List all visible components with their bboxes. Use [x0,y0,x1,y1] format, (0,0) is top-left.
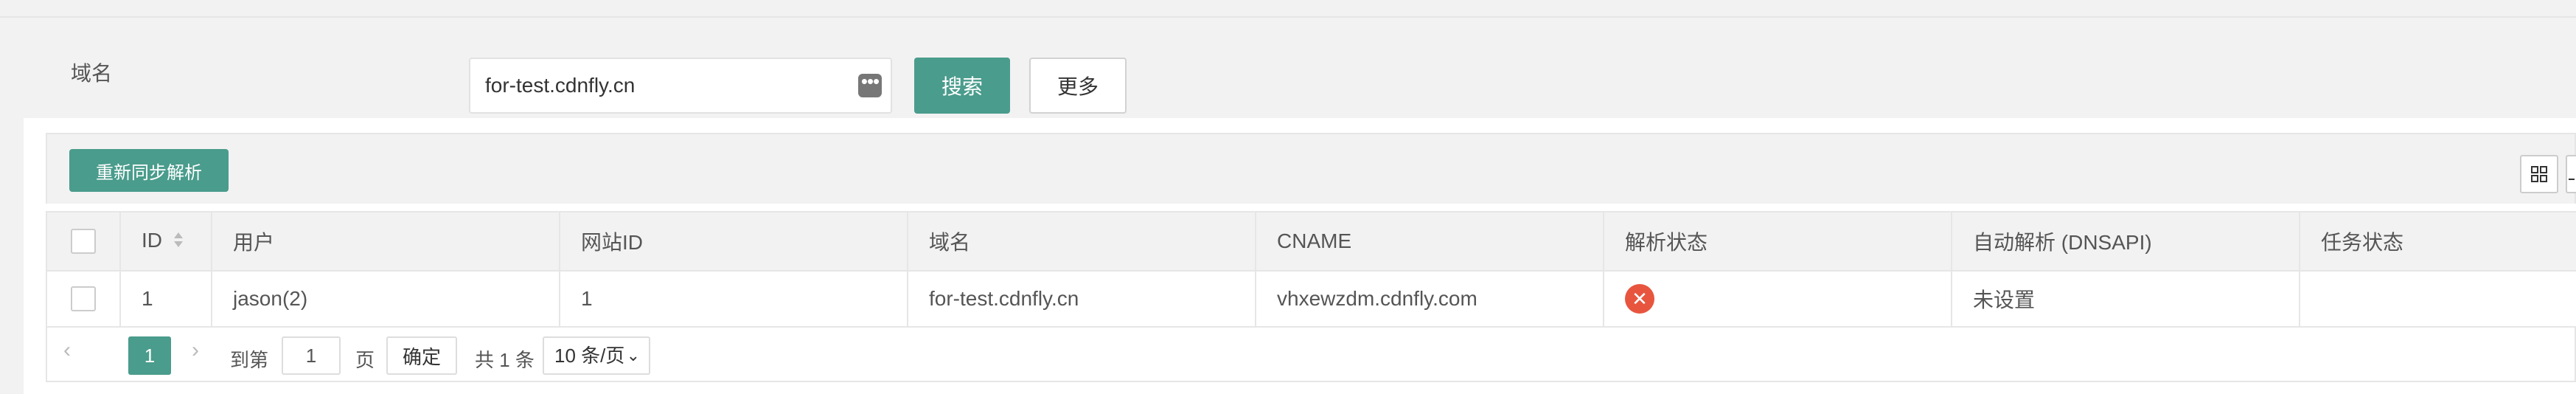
cell-task-status [2299,270,2576,328]
total-count: 共 1 条 [475,349,535,371]
search-form: 域名 ••• 搜索 更多 [0,18,2576,118]
cell-site-id: 1 [559,270,908,328]
select-all-checkbox[interactable] [71,229,96,255]
more-button[interactable]: 更多 [1029,58,1127,114]
cell-id: 1 [119,270,212,328]
error-x-icon: ✕ [1625,284,1654,314]
select-all-cell [46,211,121,272]
current-page[interactable]: 1 [128,336,171,375]
search-button[interactable]: 搜索 [914,58,1010,114]
page-size-select[interactable]: 10 条/页 ⌄ [543,336,650,375]
content-card: 重新同步解析 ID 用户 网站ID 域名 CNAME 解析状态 自动解析 (DN… [24,118,2576,394]
page: 域名 ••• 搜索 更多 重新同步解析 [0,0,2576,394]
goto-label: 到第 [230,349,269,371]
header-domain: 域名 [907,211,1256,272]
table-header-row: ID 用户 网站ID 域名 CNAME 解析状态 自动解析 (DNSAPI) 任… [46,211,2576,272]
resync-button[interactable]: 重新同步解析 [69,149,229,192]
page-label: 页 [355,349,375,371]
table-row[interactable]: 1 jason(2) 1 for-test.cdnfly.cn vhxewzdm… [46,270,2576,328]
header-resolve-status: 解析状态 [1603,211,1952,272]
chevron-down-icon: ⌄ [626,346,640,364]
confirm-page-button[interactable]: 确定 [386,336,457,375]
domain-search-field[interactable]: ••• [469,58,892,114]
header-cname: CNAME [1255,211,1604,272]
header-id[interactable]: ID [119,211,212,272]
header-user: 用户 [211,211,560,272]
more-options-icon[interactable]: ••• [858,72,882,97]
prev-page-icon[interactable]: ‹ [63,338,71,363]
cell-cname: vhxewzdm.cdnfly.com [1255,270,1604,328]
domain-search-input[interactable] [485,59,839,112]
header-task-status: 任务状态 [2299,211,2576,272]
page-size-value: 10 条/页 [554,345,625,367]
records-table: ID 用户 网站ID 域名 CNAME 解析状态 自动解析 (DNSAPI) 任… [46,211,2576,328]
row-select-cell [46,270,121,328]
grid-columns-icon[interactable] [2520,155,2558,193]
domain-label: 域名 [71,62,113,85]
sort-icon[interactable] [173,230,184,254]
export-icon[interactable] [2566,155,2576,193]
cell-auto-resolve: 未设置 [1951,270,2300,328]
goto-page-input[interactable] [282,336,341,375]
row-checkbox[interactable] [71,286,96,312]
header-auto-resolve: 自动解析 (DNSAPI) [1951,211,2300,272]
header-site-id: 网站ID [559,211,908,272]
header-id-label: ID [142,229,162,252]
pagination: ‹ 1 › 到第 页 确定 共 1 条 10 条/页⌄ [46,326,2576,382]
cell-domain: for-test.cdnfly.cn [907,270,1256,328]
cell-user: jason(2) [211,270,560,328]
top-strip [0,0,2576,18]
cell-resolve-status: ✕ [1603,270,1952,328]
table-toolbar [46,133,2576,204]
next-page-icon[interactable]: › [192,338,199,363]
